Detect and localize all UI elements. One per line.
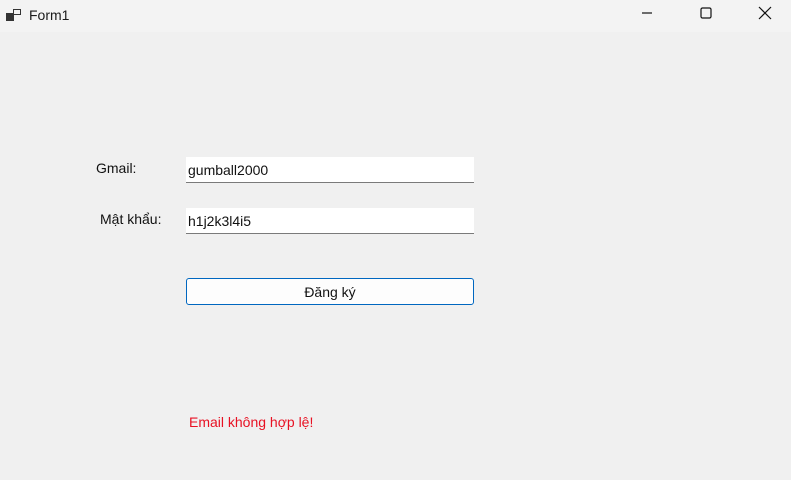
- register-button[interactable]: Đăng ký: [186, 278, 474, 305]
- maximize-button[interactable]: [683, 0, 729, 30]
- password-field[interactable]: [186, 208, 474, 234]
- close-button[interactable]: [742, 0, 788, 30]
- maximize-icon: [700, 6, 712, 24]
- minimize-button[interactable]: [624, 0, 670, 30]
- close-icon: [758, 6, 772, 25]
- error-message: Email không hợp lệ!: [189, 414, 314, 430]
- window-title: Form1: [29, 7, 70, 23]
- password-label: Mật khẩu:: [100, 211, 162, 227]
- minimize-icon: [641, 6, 653, 24]
- app-icon: [6, 7, 22, 23]
- form1-window: Form1 Gmail: Mật: [0, 0, 791, 480]
- gmail-label: Gmail:: [96, 160, 137, 176]
- gmail-field[interactable]: [186, 157, 474, 183]
- title-bar[interactable]: Form1: [0, 0, 791, 32]
